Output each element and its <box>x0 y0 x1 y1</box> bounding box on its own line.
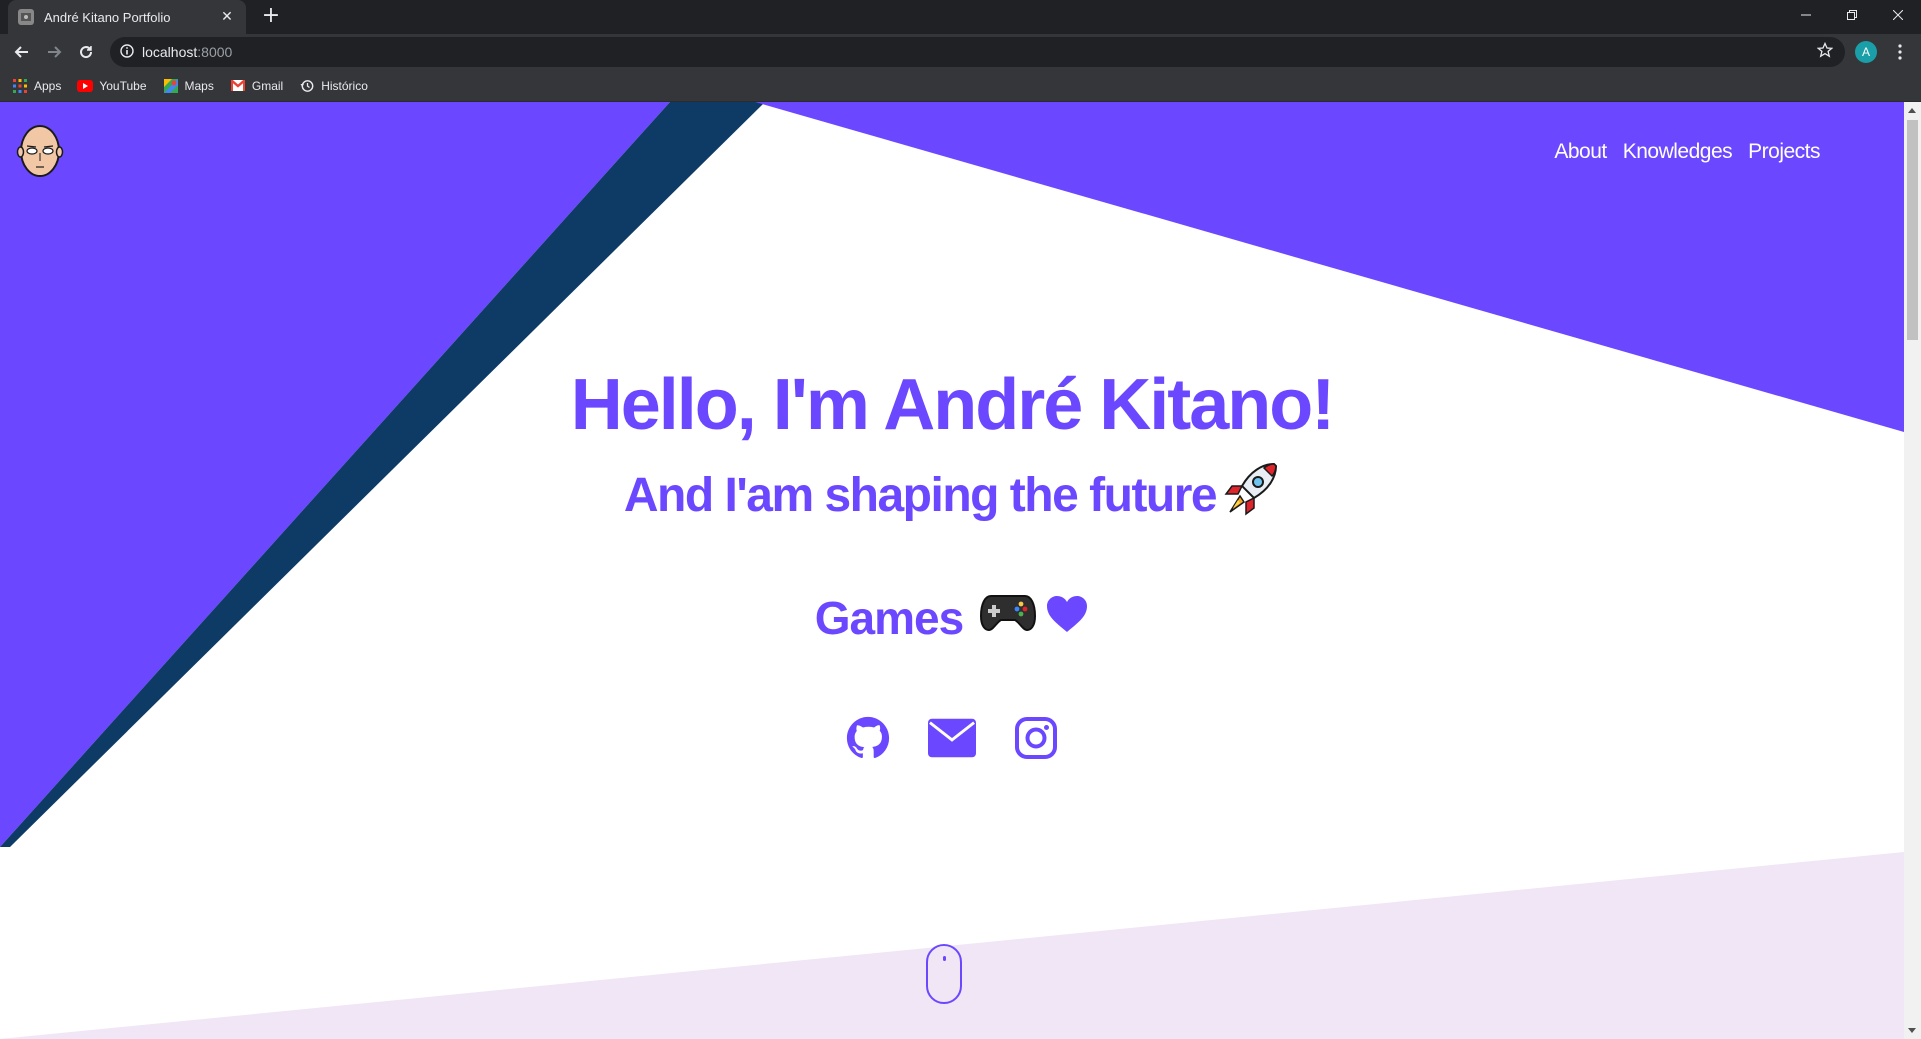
tab-close-icon[interactable]: ✕ <box>218 9 236 25</box>
close-window-button[interactable] <box>1875 0 1921 30</box>
email-icon[interactable] <box>928 714 976 762</box>
hero-games-row: Games <box>0 590 1904 645</box>
bookmark-history[interactable]: Histórico <box>299 78 368 94</box>
site-nav: About Knowledges Projects <box>1538 140 1820 164</box>
browser-toolbar: localhost:8000 A <box>0 34 1921 70</box>
url-text: localhost:8000 <box>142 44 232 60</box>
instagram-icon[interactable] <box>1012 714 1060 762</box>
bookmark-label: Maps <box>184 78 214 93</box>
scroll-down-arrow[interactable] <box>1908 1028 1916 1033</box>
hero-games-text: Games <box>814 591 964 644</box>
bookmark-youtube[interactable]: YouTube <box>77 78 147 94</box>
hero-subtitle-row: And I'am shaping the future <box>0 460 1904 530</box>
social-links <box>0 714 1904 762</box>
bookmark-star-icon[interactable] <box>1816 41 1834 62</box>
hero-subtitle: And I'am shaping the future <box>623 468 1218 522</box>
bookmark-maps[interactable]: Maps <box>163 78 214 94</box>
url-port: :8000 <box>197 44 233 60</box>
scroll-mouse-icon[interactable] <box>926 944 962 1004</box>
heart-icon <box>1045 591 1089 645</box>
page-scrollbar[interactable] <box>1904 102 1921 1039</box>
favicon-icon <box>18 9 34 25</box>
bookmark-apps[interactable]: Apps <box>12 78 61 94</box>
gmail-icon <box>230 78 246 94</box>
youtube-icon <box>77 78 94 94</box>
tab-title: André Kitano Portfolio <box>44 9 171 25</box>
nav-link-projects[interactable]: Projects <box>1748 140 1820 164</box>
url-host: localhost <box>142 44 198 60</box>
gamepad-icon <box>979 590 1037 645</box>
background-shapes <box>0 102 1904 1039</box>
forward-button[interactable] <box>40 38 68 66</box>
bookmarks-bar: Apps YouTube Maps Gmail Histórico <box>0 70 1921 102</box>
mouse-wheel <box>943 956 946 961</box>
bookmark-label: Apps <box>34 78 62 93</box>
restore-button[interactable] <box>1829 0 1875 30</box>
history-icon <box>299 78 315 94</box>
maps-icon <box>163 78 179 94</box>
info-icon[interactable] <box>120 43 134 62</box>
browser-menu-icon[interactable] <box>1889 40 1911 64</box>
hero-title: Hello, I'm André Kitano! <box>570 365 1336 445</box>
scrollbar-thumb[interactable] <box>1907 120 1918 340</box>
window-controls <box>1783 0 1921 30</box>
bookmark-gmail[interactable]: Gmail <box>230 78 283 94</box>
bookmark-label: Gmail <box>251 78 284 93</box>
back-button[interactable] <box>8 38 36 66</box>
bookmark-label: YouTube <box>99 78 147 93</box>
reload-button[interactable] <box>72 38 100 66</box>
browser-tab[interactable]: André Kitano Portfolio ✕ <box>8 0 246 34</box>
bookmark-label: Histórico <box>321 78 368 93</box>
nav-link-knowledges[interactable]: Knowledges <box>1623 140 1733 164</box>
nav-link-about[interactable]: About <box>1554 140 1607 164</box>
page-viewport: About Knowledges Projects Hello, I'm And… <box>0 102 1904 1039</box>
minimize-button[interactable] <box>1783 0 1829 30</box>
new-tab-button[interactable]: + <box>258 4 284 30</box>
scroll-up-arrow[interactable] <box>1908 108 1916 113</box>
profile-avatar[interactable]: A <box>1855 41 1877 63</box>
apps-grid-icon <box>12 78 28 94</box>
address-bar[interactable]: localhost:8000 <box>110 37 1845 67</box>
rocket-icon <box>1222 460 1280 530</box>
github-icon[interactable] <box>844 714 892 762</box>
avatar[interactable] <box>16 120 64 182</box>
browser-tabstrip: André Kitano Portfolio ✕ + <box>0 0 1921 34</box>
